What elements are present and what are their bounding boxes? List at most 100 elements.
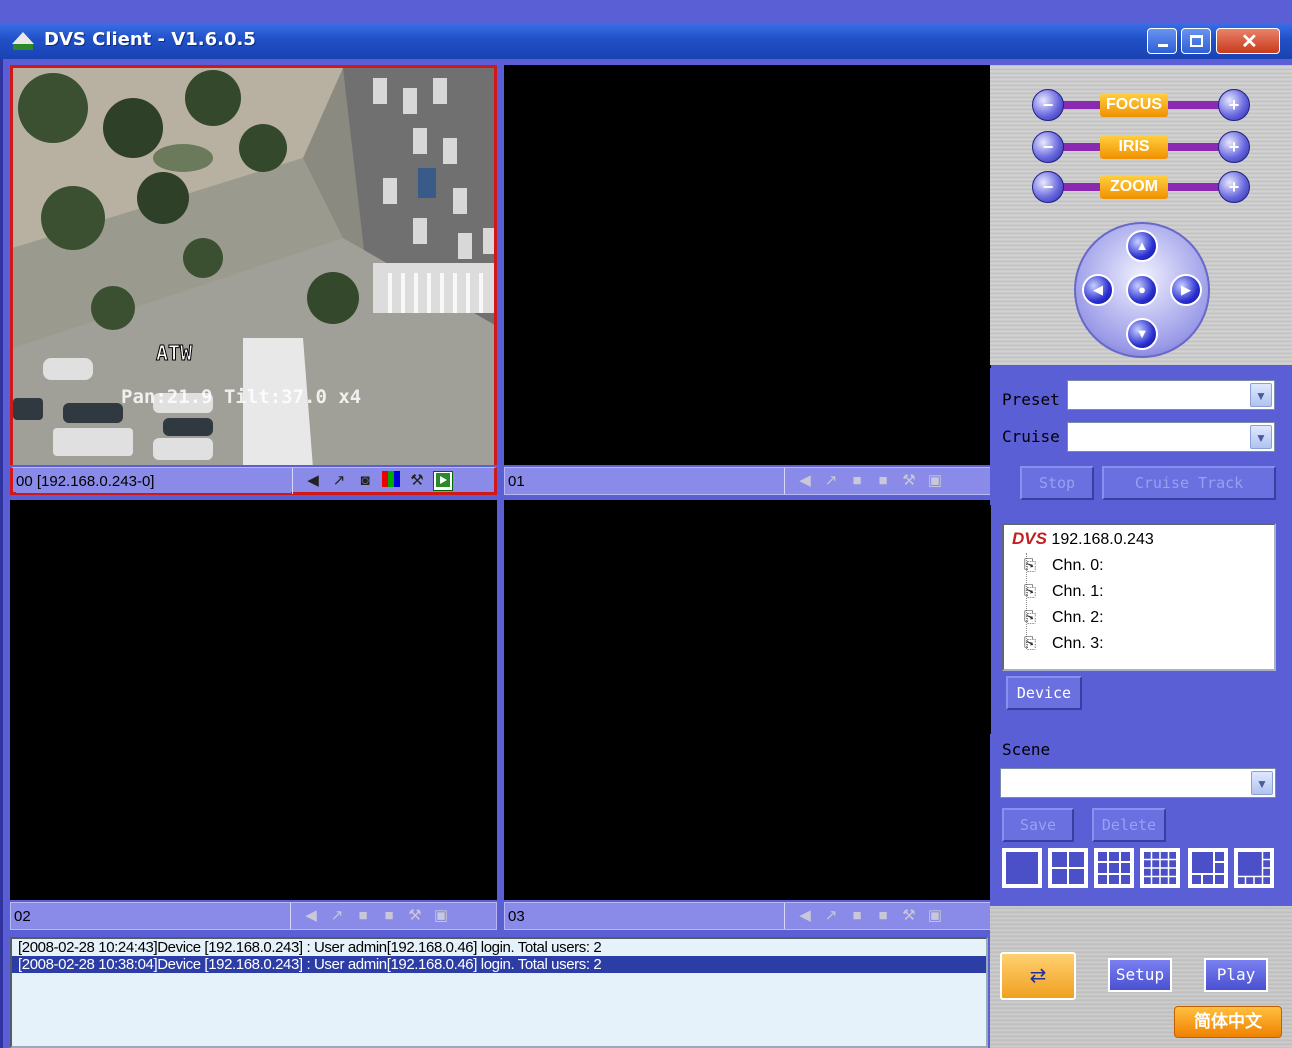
close-button[interactable]: ✕ xyxy=(1216,28,1280,54)
speaker-icon[interactable]: ◀ xyxy=(795,906,815,926)
camera-icon[interactable]: ◙ xyxy=(355,471,375,491)
cell-label: 03 xyxy=(508,908,783,928)
language-button[interactable]: 简体中文 xyxy=(1174,1006,1282,1038)
cell-toolbar: 00 [192.168.0.243-0] ◀ ↗ ◙ ⚒ xyxy=(10,467,497,495)
cell-label-box: 02 xyxy=(11,903,291,929)
iris-plus-button[interactable]: + xyxy=(1218,131,1250,163)
scene-panel: Scene ▼ Save Delete xyxy=(990,734,1292,906)
zoom-plus-button[interactable]: + xyxy=(1218,171,1250,203)
focus-control: − FOCUS + xyxy=(1032,89,1250,121)
record-icon[interactable]: ▣ xyxy=(431,906,451,926)
video-feed[interactable]: ATW Pan:21.9 Tilt:37.0 x4 xyxy=(10,65,497,465)
tool-icon[interactable]: ⚒ xyxy=(899,906,919,926)
microphone-icon[interactable]: ↗ xyxy=(329,471,349,491)
app-icon xyxy=(12,32,34,50)
color-icon[interactable]: ■ xyxy=(873,471,893,491)
left-arrow-icon[interactable]: ◀ xyxy=(1082,274,1114,306)
device-ip: 192.168.0.243 xyxy=(1051,531,1154,548)
color-icon[interactable] xyxy=(381,471,401,491)
title-bar[interactable]: DVS Client - V1.6.0.5 ✕ xyxy=(0,23,1292,59)
video-cell-00[interactable]: ATW Pan:21.9 Tilt:37.0 x4 00 [192.168.0.… xyxy=(10,65,497,499)
tree-channel-3[interactable]: ⎘ Chn. 3: xyxy=(1024,631,1104,657)
tree-channel-2[interactable]: ⎘ Chn. 2: xyxy=(1024,605,1104,631)
camera-icon[interactable]: ■ xyxy=(847,906,867,926)
layout-1plus5-button[interactable] xyxy=(1188,848,1228,888)
microphone-icon[interactable]: ↗ xyxy=(821,906,841,926)
record-icon[interactable] xyxy=(433,471,453,491)
chevron-down-icon[interactable]: ▼ xyxy=(1250,425,1272,449)
cruise-track-button[interactable]: Cruise Track xyxy=(1102,466,1276,500)
cell-label: 00 [192.168.0.243-0] xyxy=(16,473,291,493)
play-button[interactable]: Play xyxy=(1204,958,1268,992)
tool-icon[interactable]: ⚒ xyxy=(407,471,427,491)
zoom-label: ZOOM xyxy=(1100,175,1168,199)
cruise-select[interactable]: ▼ xyxy=(1067,422,1275,452)
focus-minus-button[interactable]: − xyxy=(1032,89,1064,121)
iris-minus-button[interactable]: − xyxy=(1032,131,1064,163)
delete-button[interactable]: Delete xyxy=(1092,808,1166,842)
speaker-icon[interactable]: ◀ xyxy=(303,471,323,491)
scene-select[interactable]: ▼ xyxy=(1000,768,1276,798)
channel-label: Chn. 3: xyxy=(1052,635,1104,652)
focus-label: FOCUS xyxy=(1100,93,1168,117)
stop-button[interactable]: Stop xyxy=(1020,466,1094,500)
camera-icon: ⎘ xyxy=(1024,583,1037,600)
window-title: DVS Client - V1.6.0.5 xyxy=(44,29,256,50)
speaker-icon[interactable]: ◀ xyxy=(795,471,815,491)
preset-select[interactable]: ▼ xyxy=(1067,380,1275,410)
video-cell-02[interactable]: 02 ◀ ↗ ■ ■ ⚒ ▣ xyxy=(10,500,497,934)
layout-3x3-button[interactable] xyxy=(1094,848,1134,888)
camera-icon[interactable]: ■ xyxy=(353,906,373,926)
device-button[interactable]: Device xyxy=(1006,676,1082,710)
event-log[interactable]: [2008-02-28 10:24:43]Device [192.168.0.2… xyxy=(10,937,988,1048)
camera-icon[interactable]: ■ xyxy=(847,471,867,491)
video-feed[interactable] xyxy=(10,500,497,900)
video-cell-01[interactable]: 01 ◀ ↗ ■ ■ ⚒ ▣ xyxy=(504,65,991,499)
record-icon[interactable]: ▣ xyxy=(925,906,945,926)
tree-channel-1[interactable]: ⎘ Chn. 1: xyxy=(1024,579,1104,605)
layout-4x4-button[interactable] xyxy=(1140,848,1180,888)
tree-channel-0[interactable]: ⎘ Chn. 0: xyxy=(1024,553,1104,579)
speaker-icon[interactable]: ◀ xyxy=(301,906,321,926)
app-window: DVS Client - V1.6.0.5 ✕ ATW Pan:21.9 Til… xyxy=(0,0,1292,1048)
cell-label-box: 01 xyxy=(505,468,785,494)
tool-icon[interactable]: ⚒ xyxy=(899,471,919,491)
setup-button[interactable]: Setup xyxy=(1108,958,1172,992)
layout-2x2-button[interactable] xyxy=(1048,848,1088,888)
minimize-icon xyxy=(1158,44,1168,47)
device-tree[interactable]: DVS 192.168.0.243 ⎘ Chn. 0: ⎘ Chn. 1: ⎘ Chn… xyxy=(1002,523,1276,671)
log-entry-selected[interactable]: [2008-02-28 10:38:04]Device [192.168.0.2… xyxy=(12,956,986,973)
color-icon[interactable]: ■ xyxy=(873,906,893,926)
minimize-button[interactable] xyxy=(1147,28,1177,54)
video-feed[interactable] xyxy=(504,65,991,465)
zoom-minus-button[interactable]: − xyxy=(1032,171,1064,203)
ptz-panel: − FOCUS + − IRIS + − ZOOM + ▲ ◀ ● ▶ ▼ xyxy=(990,65,1292,365)
save-button[interactable]: Save xyxy=(1002,808,1074,842)
microphone-icon[interactable]: ↗ xyxy=(821,471,841,491)
switch-view-icon[interactable]: ⇄ xyxy=(1000,952,1076,1000)
preset-panel: Preset ▼ Cruise ▼ Stop Cruise Track xyxy=(990,368,1292,505)
scene-label: Scene xyxy=(1002,740,1051,759)
chevron-down-icon[interactable]: ▼ xyxy=(1251,771,1273,795)
cell-toolbar: 01 ◀ ↗ ■ ■ ⚒ ▣ xyxy=(504,467,991,495)
cell-label: 01 xyxy=(508,473,783,493)
maximize-button[interactable] xyxy=(1181,28,1211,54)
down-arrow-icon[interactable]: ▼ xyxy=(1126,318,1158,350)
video-cell-03[interactable]: 03 ◀ ↗ ■ ■ ⚒ ▣ xyxy=(504,500,991,934)
channel-label: Chn. 0: xyxy=(1052,557,1104,574)
tool-icon[interactable]: ⚒ xyxy=(405,906,425,926)
log-entry[interactable]: [2008-02-28 10:24:43]Device [192.168.0.2… xyxy=(12,939,986,956)
tree-root-device[interactable]: DVS 192.168.0.243 xyxy=(1012,529,1154,549)
up-arrow-icon[interactable]: ▲ xyxy=(1126,230,1158,262)
color-icon[interactable]: ■ xyxy=(379,906,399,926)
microphone-icon[interactable]: ↗ xyxy=(327,906,347,926)
center-icon[interactable]: ● xyxy=(1126,274,1158,306)
focus-plus-button[interactable]: + xyxy=(1218,89,1250,121)
record-icon[interactable]: ▣ xyxy=(925,471,945,491)
layout-1x1-button[interactable] xyxy=(1002,848,1042,888)
channel-label: Chn. 1: xyxy=(1052,583,1104,600)
video-feed[interactable] xyxy=(504,500,991,900)
chevron-down-icon[interactable]: ▼ xyxy=(1250,383,1272,407)
right-arrow-icon[interactable]: ▶ xyxy=(1170,274,1202,306)
layout-1plus7-button[interactable] xyxy=(1234,848,1274,888)
